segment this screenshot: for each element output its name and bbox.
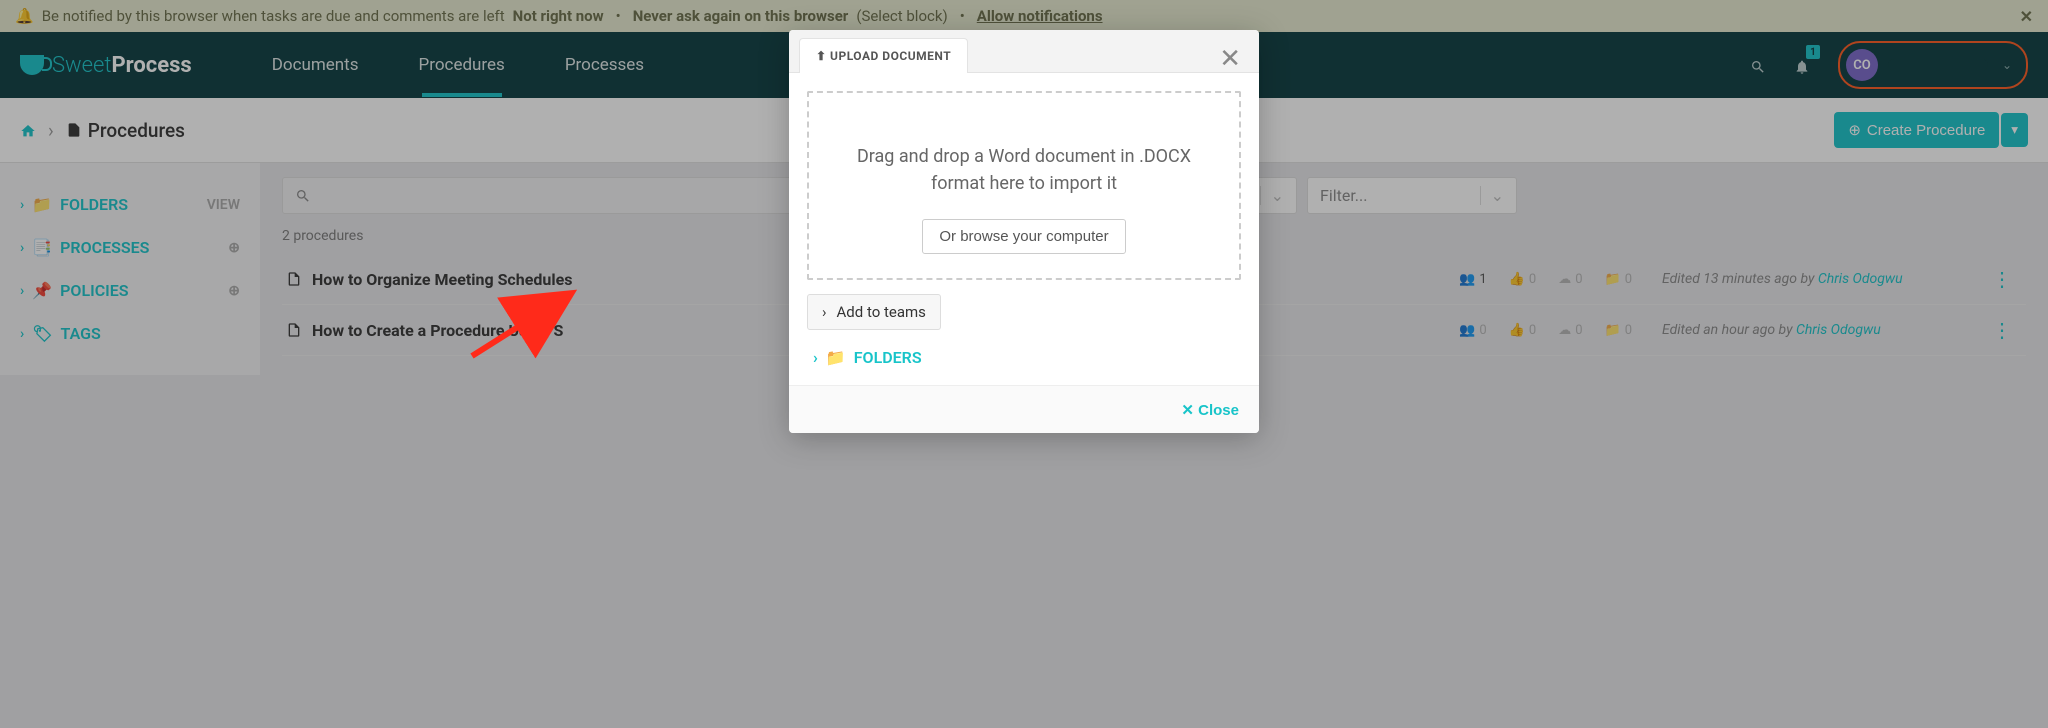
modal-tabs: ⬆ UPLOAD DOCUMENT: [789, 30, 1259, 73]
close-icon[interactable]: ✕: [1219, 44, 1241, 74]
browse-computer-button[interactable]: Or browse your computer: [922, 219, 1125, 254]
add-teams-label: Add to teams: [837, 303, 926, 321]
folder-icon: 📁: [826, 348, 846, 367]
dropzone[interactable]: Drag and drop a Word document in .DOCX f…: [807, 91, 1241, 280]
upload-icon: ⬆: [816, 49, 827, 63]
close-button[interactable]: ✕ Close: [1181, 401, 1239, 419]
dropzone-text: Drag and drop a Word document in .DOCX f…: [833, 143, 1215, 197]
modal-footer: ✕ Close: [789, 385, 1259, 433]
folders-toggle[interactable]: › 📁 FOLDERS: [807, 348, 1241, 367]
modal-overlay: ✕ ⬆ UPLOAD DOCUMENT Drag and drop a Word…: [0, 0, 2048, 728]
upload-tab-label: UPLOAD DOCUMENT: [830, 49, 951, 63]
close-label: Close: [1198, 402, 1239, 419]
chevron-right-icon: ›: [822, 303, 827, 321]
folders-label: FOLDERS: [854, 348, 922, 367]
modal-body: Drag and drop a Word document in .DOCX f…: [789, 73, 1259, 385]
upload-document-tab[interactable]: ⬆ UPLOAD DOCUMENT: [799, 38, 968, 73]
add-to-teams-button[interactable]: › Add to teams: [807, 294, 941, 330]
upload-modal: ✕ ⬆ UPLOAD DOCUMENT Drag and drop a Word…: [789, 30, 1259, 433]
chevron-right-icon: ›: [813, 348, 818, 367]
x-icon: ✕: [1181, 402, 1198, 419]
